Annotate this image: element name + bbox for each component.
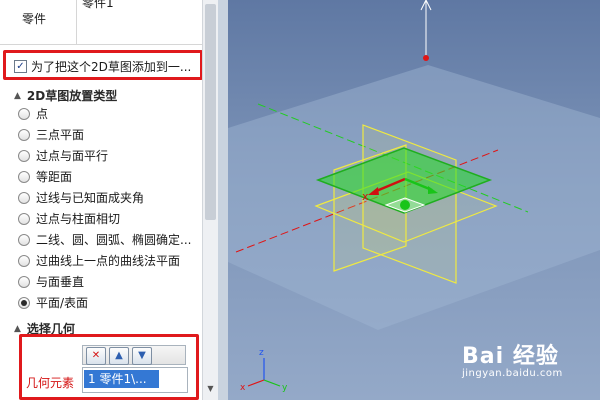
part-label: 零件 bbox=[22, 12, 47, 26]
scrollbar-thumb[interactable] bbox=[205, 4, 216, 220]
radio-button-selected[interactable] bbox=[18, 296, 30, 309]
radio-button[interactable] bbox=[18, 191, 30, 204]
part-value[interactable]: 零件1 bbox=[82, 0, 114, 11]
radio-label: 平面/表面 bbox=[36, 296, 89, 310]
radio-option[interactable]: 二线、圆、圆弧、椭圆确定... bbox=[18, 229, 191, 250]
property-panel: 零件 零件1 ✓ 为了把这个2D草图添加到一... ▲ 2D草图放置类型 点 三… bbox=[0, 0, 219, 400]
radio-button[interactable] bbox=[18, 170, 30, 183]
vertical-scrollbar[interactable]: ▼ bbox=[202, 0, 218, 400]
radio-button[interactable] bbox=[18, 275, 30, 288]
radio-option[interactable]: 点 bbox=[18, 103, 191, 124]
plane-x-label: x bbox=[362, 190, 369, 203]
radio-label: 二线、圆、圆弧、椭圆确定... bbox=[36, 233, 192, 247]
radio-label: 过点与柱面相切 bbox=[36, 212, 121, 226]
radio-label: 过点与面平行 bbox=[36, 149, 109, 163]
radio-option[interactable]: 过曲线上一点的曲线法平面 bbox=[18, 250, 191, 271]
radio-label: 与面垂直 bbox=[36, 275, 85, 289]
radio-label: 过曲线上一点的曲线法平面 bbox=[36, 254, 181, 268]
baidu-watermark: Bai 经验 jingyan.baidu.com bbox=[462, 338, 563, 379]
triad-x-label: x bbox=[240, 383, 246, 393]
triad-y-axis bbox=[263, 379, 281, 387]
radio-option[interactable]: 过点与面平行 bbox=[18, 145, 191, 166]
radio-button[interactable] bbox=[18, 128, 30, 141]
center-point bbox=[400, 200, 410, 210]
highlight-box-checkbox bbox=[3, 50, 203, 80]
radio-option-selected[interactable]: 平面/表面 bbox=[18, 292, 191, 313]
placement-section-header[interactable]: ▲ 2D草图放置类型 bbox=[14, 87, 117, 104]
scroll-down-arrow-icon[interactable]: ▼ bbox=[205, 384, 216, 396]
radio-button[interactable] bbox=[18, 254, 30, 267]
radio-label: 三点平面 bbox=[36, 128, 85, 142]
watermark-brand: Bai 经验 bbox=[462, 344, 559, 369]
radio-option[interactable]: 与面垂直 bbox=[18, 271, 191, 292]
radio-button[interactable] bbox=[18, 233, 30, 246]
radio-option[interactable]: 过线与已知面成夹角 bbox=[18, 187, 191, 208]
origin-point-top bbox=[423, 55, 429, 61]
radio-option[interactable]: 等距面 bbox=[18, 166, 191, 187]
part-row: 零件 零件1 bbox=[0, 0, 202, 45]
radio-label: 等距面 bbox=[36, 170, 73, 184]
highlight-box-geometry bbox=[19, 334, 199, 400]
placement-heading: 2D草图放置类型 bbox=[26, 89, 118, 103]
collapse-triangle-icon[interactable]: ▲ bbox=[14, 91, 21, 101]
radio-label: 点 bbox=[36, 107, 49, 121]
triad-y-label: y bbox=[282, 383, 288, 393]
column-divider bbox=[76, 0, 77, 44]
radio-option[interactable]: 三点平面 bbox=[18, 124, 191, 145]
triad-z-label: z bbox=[259, 348, 264, 358]
radio-button[interactable] bbox=[18, 149, 30, 162]
placement-type-list: 点 三点平面 过点与面平行 等距面 过线与已知面成夹角 过点与柱面相切 二线、圆… bbox=[18, 103, 191, 313]
watermark-url: jingyan.baidu.com bbox=[462, 368, 563, 379]
radio-button[interactable] bbox=[18, 107, 30, 120]
radio-option[interactable]: 过点与柱面相切 bbox=[18, 208, 191, 229]
panel-splitter[interactable] bbox=[218, 0, 228, 400]
radio-button[interactable] bbox=[18, 212, 30, 225]
collapse-triangle-icon[interactable]: ▲ bbox=[14, 324, 21, 334]
triad-x-axis bbox=[247, 379, 265, 387]
radio-label: 过线与已知面成夹角 bbox=[36, 191, 145, 205]
